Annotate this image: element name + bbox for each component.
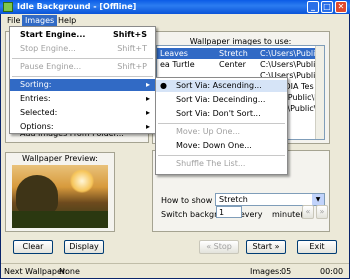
- menu-file[interactable]: File: [4, 15, 23, 26]
- display-button[interactable]: Display: [64, 240, 104, 254]
- status-bar: Next Wallpaper: None Images: 05 00:00: [1, 263, 349, 278]
- radio-dot-icon: ●: [160, 81, 167, 90]
- menu-sorting[interactable]: Sorting: ▸: [10, 79, 155, 91]
- clock: 00:00: [320, 267, 344, 276]
- preview-heading: Wallpaper Preview:: [22, 154, 98, 163]
- menu-move-down[interactable]: Move: Down One...: [156, 140, 287, 152]
- next-wallpaper-value: None: [59, 267, 80, 276]
- title-bar[interactable]: Idle Background - [Offline] _ □ ✕: [0, 0, 350, 14]
- prev-button[interactable]: «: [302, 205, 314, 219]
- exit-button[interactable]: Exit: [297, 240, 337, 254]
- menu-options[interactable]: Options: ▸: [10, 121, 155, 133]
- menu-images[interactable]: Images: [22, 15, 58, 26]
- menu-start-engine[interactable]: Start Engine... Shift+S: [10, 29, 155, 41]
- start-button[interactable]: Start »: [246, 240, 286, 254]
- row-name: ea Turtle: [160, 60, 195, 69]
- menu-bar: File Images Help: [1, 14, 349, 26]
- menu-entries[interactable]: Entries: ▸: [10, 93, 155, 105]
- menu-sort-none[interactable]: Sort Via: Don't Sort...: [156, 108, 287, 120]
- preview-image: [12, 165, 108, 228]
- menu-help[interactable]: Help: [55, 15, 79, 26]
- menu-selected[interactable]: Selected: ▸: [10, 107, 155, 119]
- switch-interval-input[interactable]: [216, 206, 242, 218]
- switch-label: Switch background every: [161, 210, 263, 219]
- minimize-button[interactable]: _: [307, 1, 319, 13]
- row-style: Stretch: [219, 49, 248, 58]
- row-name: Leaves: [160, 49, 188, 58]
- menu-pause-engine[interactable]: Pause Engine... Shift+P: [10, 61, 155, 73]
- how-to-show-value: Stretch: [219, 195, 248, 204]
- maximize-button[interactable]: □: [321, 1, 333, 13]
- menu-sort-descending[interactable]: Sort Via: Deceinding...: [156, 94, 287, 106]
- images-count-label: Images:: [250, 267, 282, 276]
- clear-button[interactable]: Clear: [13, 240, 53, 254]
- stop-button[interactable]: « Stop: [199, 240, 239, 254]
- list-row[interactable]: ea Turtle Center C:\Users\Public\Pi: [157, 59, 324, 70]
- chevron-right-icon: ▸: [145, 108, 150, 117]
- chevron-right-icon: ▸: [145, 94, 150, 103]
- chevron-right-icon: ▸: [145, 122, 150, 131]
- menu-stop-engine[interactable]: Stop Engine... Shift+T: [10, 43, 155, 55]
- row-style: Center: [219, 60, 246, 69]
- menu-shuffle[interactable]: Shuffle The List...: [156, 158, 287, 170]
- sorting-submenu: ● Sort Via: Ascending... Sort Via: Decei…: [155, 77, 288, 175]
- chevron-right-icon: ▸: [145, 80, 150, 89]
- app-icon: [3, 2, 13, 12]
- menu-sort-ascending[interactable]: ● Sort Via: Ascending...: [156, 80, 287, 92]
- chevron-down-icon[interactable]: ▼: [312, 194, 324, 205]
- images-count-value: 05: [281, 267, 292, 276]
- window-title: Idle Background - [Offline]: [17, 2, 137, 11]
- images-menu: Start Engine... Shift+S Stop Engine... Shi…: [9, 26, 156, 134]
- menu-move-up[interactable]: Move: Up One...: [156, 126, 287, 138]
- next-button[interactable]: »: [316, 205, 328, 219]
- list-scrollbar[interactable]: [315, 46, 324, 139]
- close-button[interactable]: ✕: [335, 1, 347, 13]
- list-row[interactable]: Leaves Stretch C:\Users\Public\Pi: [157, 48, 324, 59]
